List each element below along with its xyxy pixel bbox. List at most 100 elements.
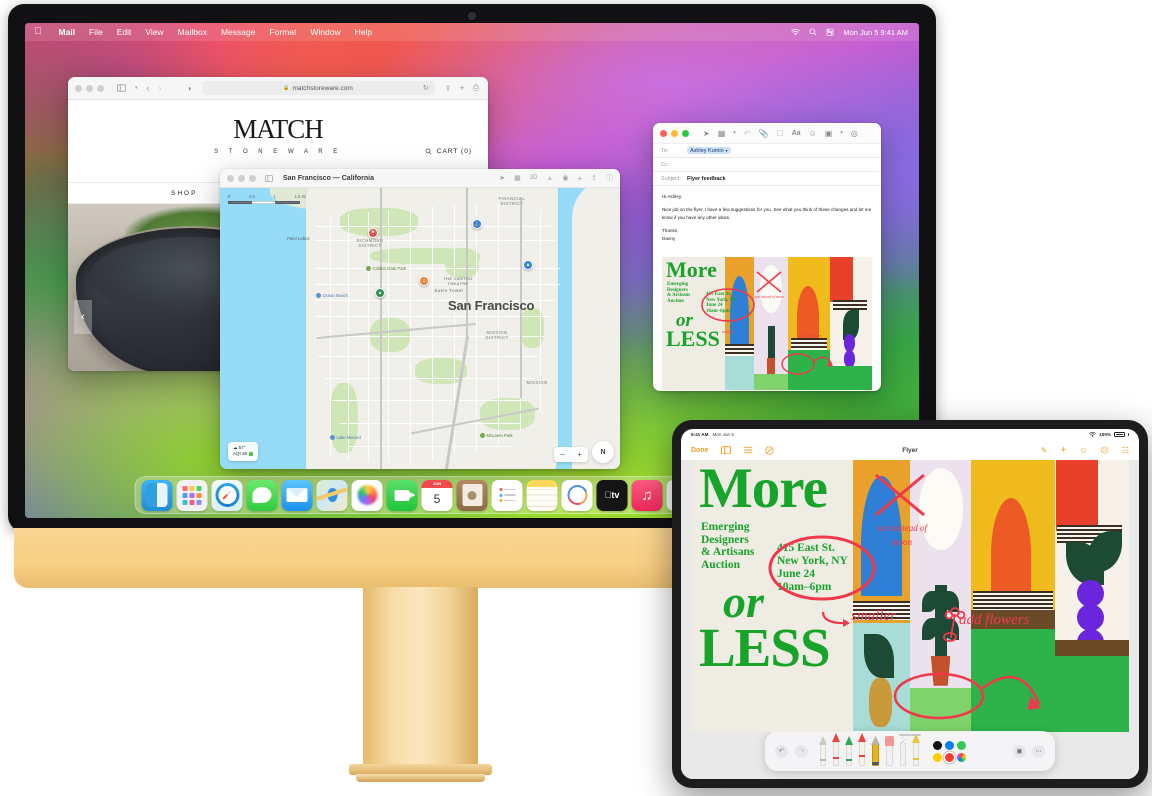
lock-icon[interactable]: ◎: [851, 129, 858, 138]
share-icon[interactable]: ⇪: [445, 84, 452, 93]
new-tab-icon[interactable]: +: [459, 83, 464, 93]
media-icon[interactable]: ▣: [825, 129, 833, 138]
search-icon[interactable]: [425, 148, 432, 155]
minimize-button[interactable]: [671, 129, 678, 137]
close-button[interactable]: [660, 129, 667, 137]
tool-yellow-marker[interactable]: [912, 734, 920, 766]
menu-item-window[interactable]: Window: [303, 27, 347, 37]
list-icon[interactable]: [743, 446, 753, 454]
ipad-toolbar[interactable]: Done Flyer ✎ + ☺ ☹ ☷: [681, 440, 1139, 460]
tool-fountain-pen[interactable]: [819, 736, 827, 766]
cart-label[interactable]: CART (0): [437, 148, 472, 155]
dock-item-freeform[interactable]: [561, 479, 593, 511]
tool-marker-red[interactable]: [858, 733, 866, 766]
chevron-down-icon[interactable]: ▾: [726, 148, 728, 153]
tool-eraser[interactable]: [885, 736, 894, 766]
cart-area[interactable]: CART (0): [425, 148, 472, 155]
collaborate-icon[interactable]: ☺: [1079, 446, 1087, 455]
menu-item-format[interactable]: Format: [262, 27, 303, 37]
zoom-button[interactable]: [682, 129, 689, 137]
mail-titlebar[interactable]: ➤ ▦ ▾ ↶ 📎 ☐ Aa ☺ ▣ ▾ ◎: [653, 123, 881, 144]
redo-button[interactable]: ↷: [795, 744, 808, 758]
dock-item-mail[interactable]: [281, 479, 313, 511]
dock-item-notes[interactable]: [526, 479, 558, 511]
control-center-icon[interactable]: [826, 28, 835, 36]
navigate-icon[interactable]: ➤: [499, 174, 505, 182]
info-icon[interactable]: ⓘ: [606, 173, 613, 183]
dock-item-finder[interactable]: [141, 479, 173, 511]
maps-titlebar[interactable]: San Francisco — California ➤ ▦ 3D ▲ ◉ + …: [220, 169, 620, 188]
apple-logo-icon[interactable]: : [34, 27, 42, 37]
map-pin-highway[interactable]: ▲: [523, 260, 533, 270]
zoom-out-button[interactable]: −: [554, 447, 571, 462]
dock-item-calendar[interactable]: JUN 5: [421, 479, 453, 511]
zoom-button[interactable]: [97, 84, 104, 92]
chevron-down-icon[interactable]: ▾: [840, 130, 843, 136]
menubar-clock[interactable]: Mon Jun 5 9:41 AM: [843, 28, 908, 37]
flyer-document[interactable]: More Emerging Designers & Artisans Aucti…: [691, 460, 1129, 732]
globe-icon[interactable]: ◉: [562, 174, 568, 182]
sidebar-icon[interactable]: [265, 174, 273, 182]
swatch-blue[interactable]: [945, 740, 954, 750]
recipient-token[interactable]: Ashley Kumin ▾: [687, 147, 731, 154]
tool-marker-pen[interactable]: [832, 733, 840, 766]
dock-item-launchpad[interactable]: [176, 479, 208, 511]
markup-pen-icon[interactable]: ✎: [1041, 446, 1048, 455]
tab-overview-icon[interactable]: ⎙: [473, 83, 479, 93]
smiley-icon[interactable]: ☹: [1100, 446, 1108, 455]
plus-icon[interactable]: +: [577, 174, 582, 183]
done-button[interactable]: Done: [691, 447, 709, 454]
tool-highlighter-green[interactable]: [845, 736, 853, 766]
ipad-canvas[interactable]: More Emerging Designers & Artisans Aucti…: [681, 460, 1139, 779]
swatch-black[interactable]: [933, 740, 942, 750]
dock-item-photos[interactable]: [351, 479, 383, 511]
weather-badge[interactable]: ☁ 57° AQI 38: [228, 441, 259, 461]
mail-cc-field[interactable]: Cc:: [653, 158, 881, 172]
swatch-green[interactable]: [957, 740, 966, 750]
3d-icon[interactable]: 3D: [530, 175, 538, 181]
zoom-in-button[interactable]: +: [571, 447, 588, 462]
share-icon[interactable]: ⇪: [591, 174, 597, 182]
nav-item-shop[interactable]: SHOP: [171, 190, 197, 197]
plus-icon[interactable]: +: [1060, 445, 1066, 456]
walk-icon[interactable]: ▲: [546, 175, 553, 182]
swatch-red-selected[interactable]: [945, 752, 954, 762]
color-swatches[interactable]: [933, 740, 966, 762]
menu-item-message[interactable]: Message: [214, 27, 263, 37]
menu-item-view[interactable]: View: [138, 27, 170, 37]
undo-button[interactable]: ↶: [775, 744, 788, 758]
dock-item-safari[interactable]: [211, 479, 243, 511]
menu-item-file[interactable]: File: [82, 27, 110, 37]
menu-item-help[interactable]: Help: [348, 27, 379, 37]
dock-item-messages[interactable]: [246, 479, 278, 511]
safari-titlebar[interactable]: ▾ ‹ › ◑ 🔒 matchstoreware.com ↻ ⇪ + ⎙: [68, 77, 488, 100]
expand-button[interactable]: ▣: [1013, 744, 1026, 758]
send-icon[interactable]: ➤: [703, 129, 710, 138]
chevron-down-icon[interactable]: ▾: [135, 85, 138, 91]
dock-item-appletv[interactable]: tv: [596, 479, 628, 511]
address-bar[interactable]: 🔒 matchstoreware.com ↻: [202, 81, 434, 95]
map-pin-golden-gate[interactable]: ⚑: [368, 228, 378, 238]
sidebar-icon[interactable]: [117, 84, 126, 92]
minimize-button[interactable]: [86, 84, 93, 92]
window-controls[interactable]: [227, 174, 256, 182]
map-canvas[interactable]: San Francisco RICHMOND DISTRICT MISSION …: [220, 188, 620, 469]
mail-to-field[interactable]: To: Ashley Kumin ▾: [653, 144, 881, 158]
menu-item-mailbox[interactable]: Mailbox: [171, 27, 214, 37]
close-button[interactable]: [227, 174, 234, 182]
reader-icon[interactable]: ◑: [187, 84, 192, 93]
map-pin-park[interactable]: ▲: [375, 288, 385, 298]
markup-toolbar[interactable]: ↶ ↷ ▣ ⋯: [765, 731, 1055, 771]
window-controls[interactable]: [75, 84, 104, 92]
chevron-down-icon[interactable]: ▾: [733, 130, 736, 136]
forward-icon[interactable]: ›: [159, 83, 162, 93]
close-button[interactable]: [75, 84, 82, 92]
drawing-tools[interactable]: [819, 733, 920, 766]
swatch-yellow[interactable]: [933, 752, 942, 762]
map-pin-alcatraz[interactable]: ⚓: [472, 219, 482, 229]
markup-icon[interactable]: ☐: [776, 129, 783, 138]
dock-item-facetime[interactable]: [386, 479, 418, 511]
more-doc-icon[interactable]: ☷: [1122, 446, 1129, 455]
menu-item-mail[interactable]: Mail: [52, 27, 83, 37]
tool-ruler-pencil[interactable]: [899, 736, 907, 766]
